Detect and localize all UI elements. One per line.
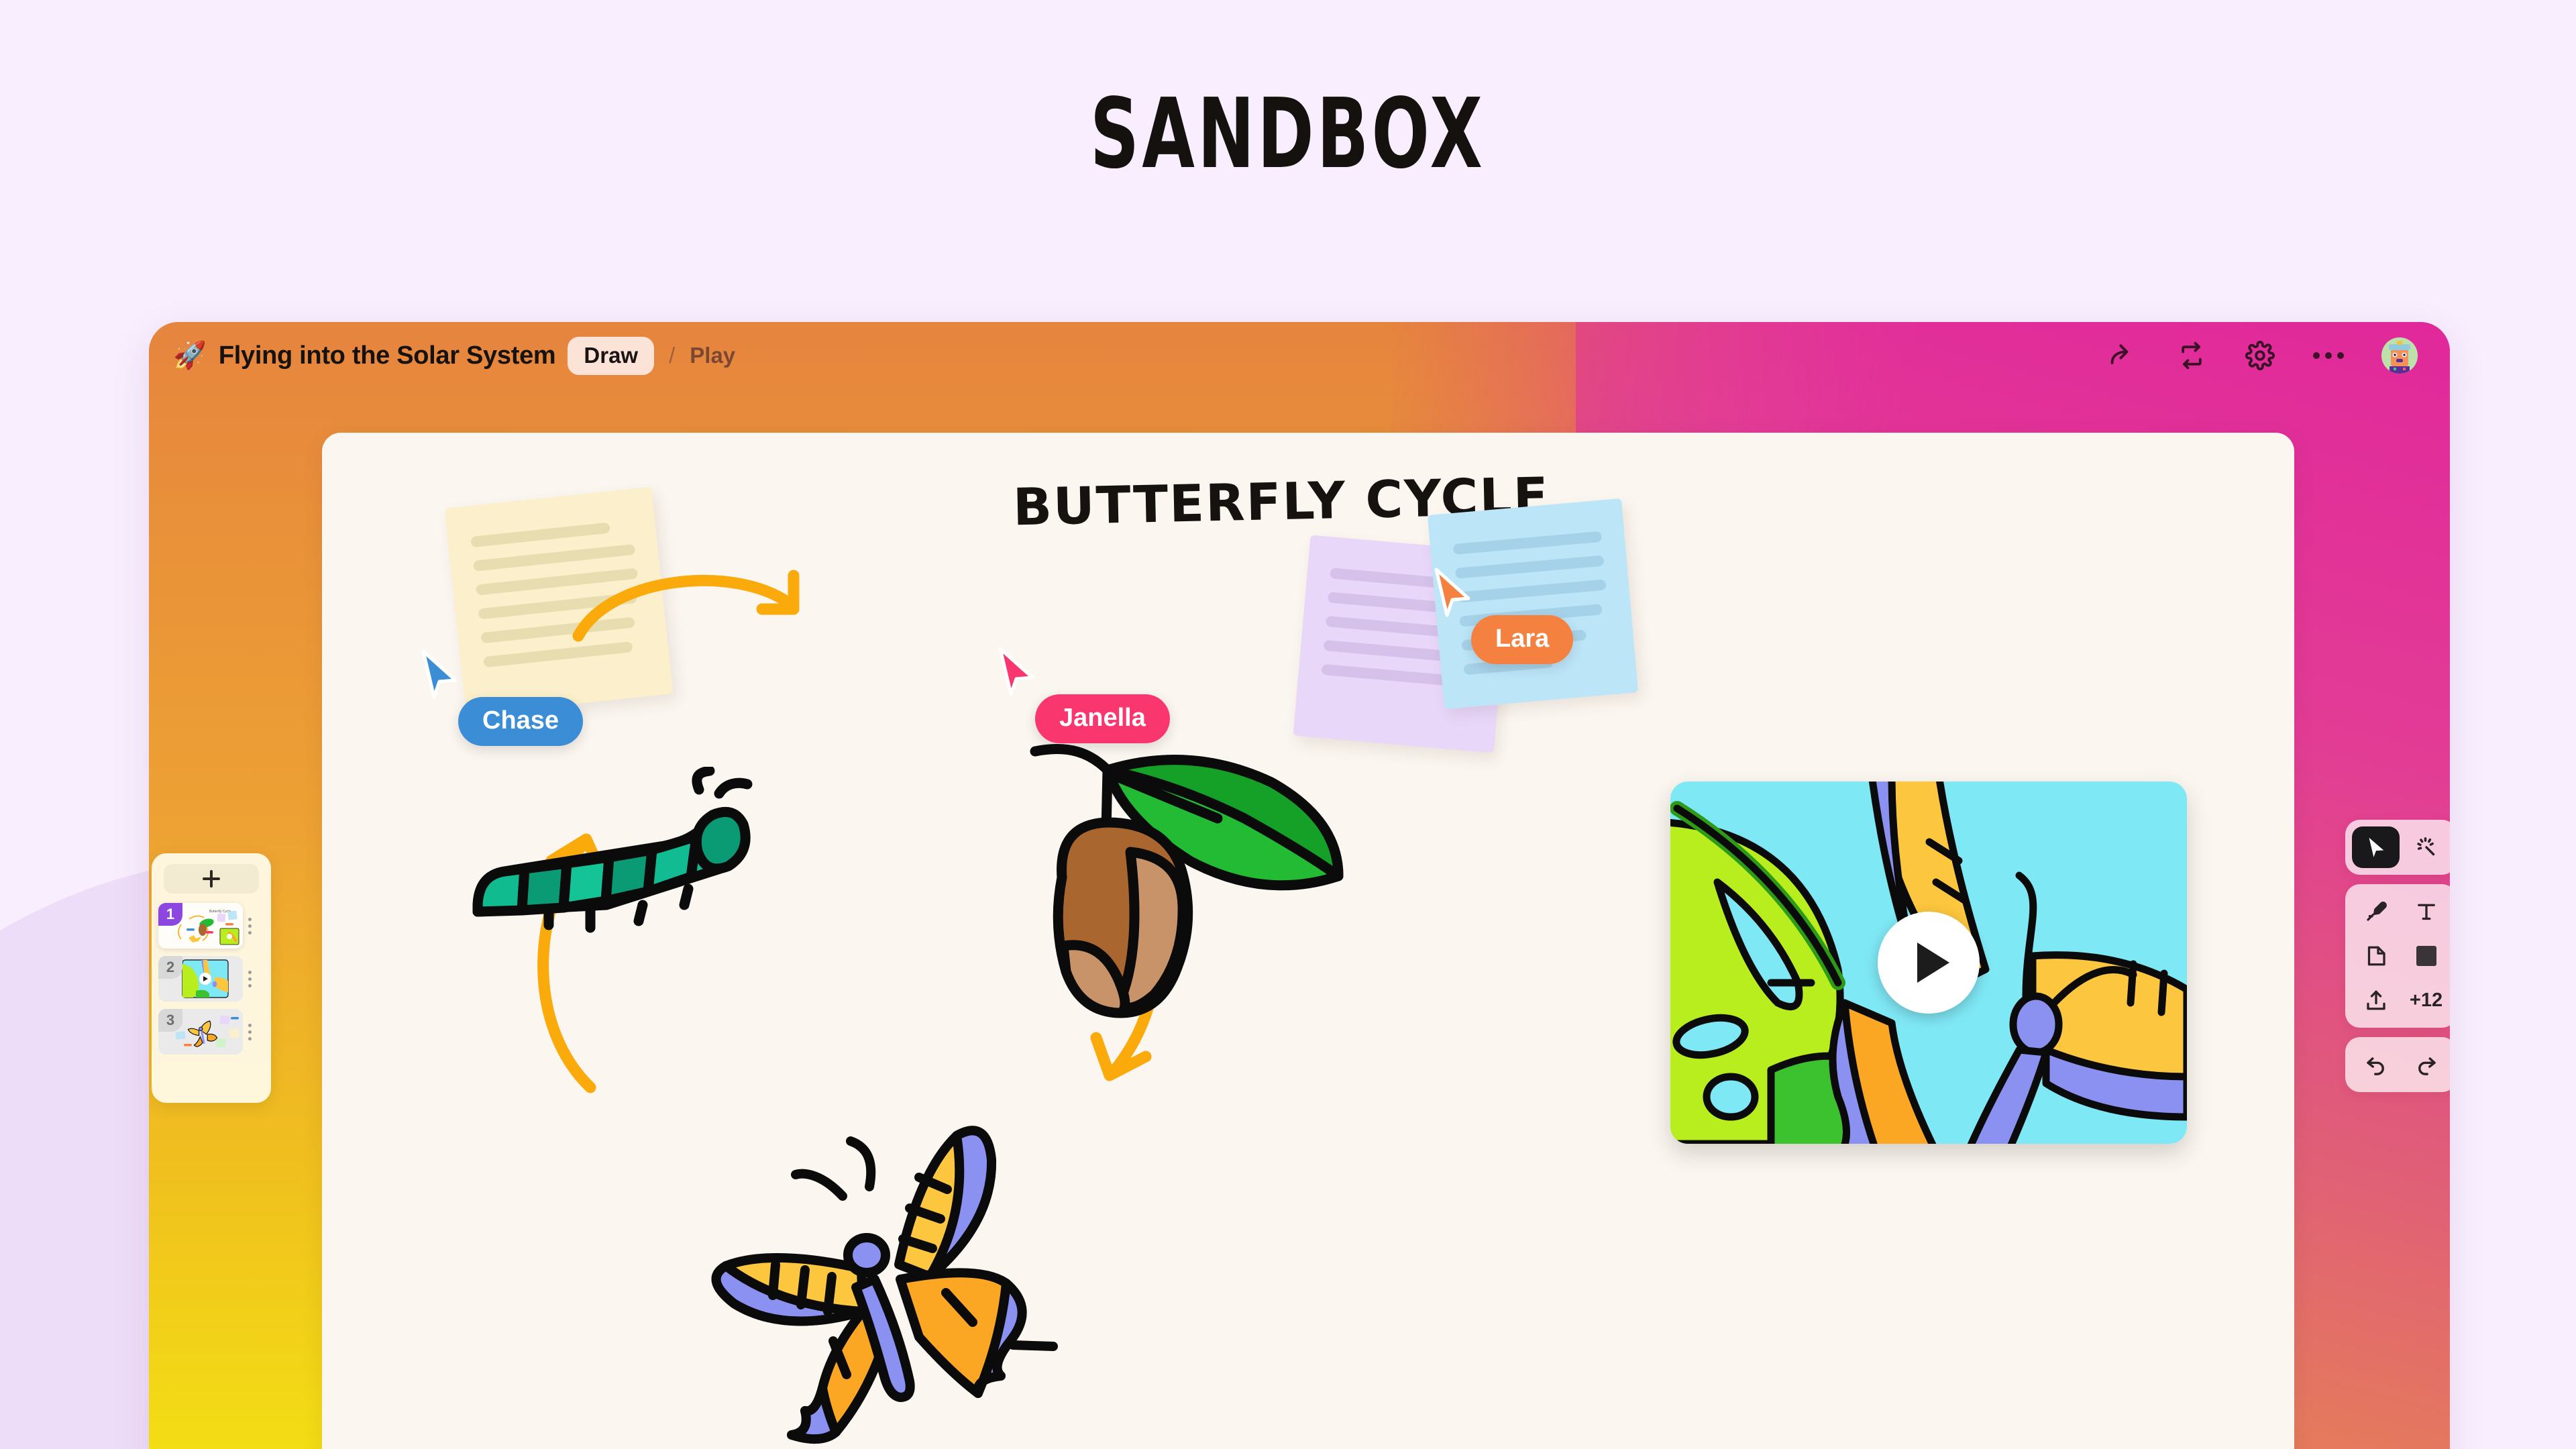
slide-thumbnail-3[interactable]: 3 (158, 1009, 243, 1055)
slide-row: 1 Butterfly Cycle (158, 903, 264, 949)
butterfly-illustration[interactable] (698, 1110, 1073, 1446)
collaborator-name-chase[interactable]: Chase (458, 697, 584, 746)
select-group (2345, 820, 2450, 875)
text-tool[interactable] (2402, 891, 2450, 932)
svg-text:Butterfly Cycle: Butterfly Cycle (209, 910, 231, 914)
redo-button[interactable] (2402, 1044, 2450, 1085)
redo-icon (2418, 1057, 2436, 1075)
mode-draw-button[interactable]: Draw (568, 336, 655, 375)
share-icon[interactable] (2108, 340, 2139, 371)
document-title[interactable]: Flying into the Solar System (219, 341, 556, 370)
app-header: 🚀 Flying into the Solar System Draw / Pl… (149, 322, 2450, 389)
app-window: 🚀 Flying into the Solar System Draw / Pl… (149, 322, 2450, 1449)
slide-thumbnail-1[interactable]: 1 Butterfly Cycle (158, 903, 243, 949)
page-title: SANDBOX (0, 77, 2576, 190)
more-icon[interactable] (2313, 340, 2344, 371)
sticky-note-tool[interactable] (2352, 935, 2400, 977)
pen-icon (2366, 902, 2387, 921)
mode-separator: / (669, 343, 676, 368)
gear-icon[interactable] (2245, 340, 2275, 371)
mode-play-button[interactable]: Play (690, 343, 735, 368)
avatar[interactable] (2381, 337, 2418, 374)
upload-tool[interactable] (2352, 979, 2400, 1021)
shape-tool[interactable] (2402, 935, 2450, 977)
slide-row: 2 (158, 956, 264, 1002)
play-icon (1917, 943, 1949, 983)
cursor-icon (998, 647, 1034, 696)
more-tools-label: +12 (2409, 989, 2443, 1011)
play-button[interactable] (1878, 912, 1980, 1014)
history-group (2345, 1037, 2450, 1092)
slide-menu-2[interactable] (247, 970, 252, 987)
square-icon (2416, 946, 2436, 966)
slide-row: 3 (158, 1009, 264, 1055)
more-tools[interactable]: +12 (2402, 979, 2450, 1021)
whiteboard-canvas[interactable]: BUTTERFLY CYCLE Chase Janella Lara (322, 433, 2294, 1449)
slide-number-badge: 2 (158, 956, 182, 979)
cursor-icon (2369, 837, 2383, 857)
slide-number-badge: 1 (158, 903, 182, 926)
header-actions (2108, 337, 2418, 374)
magic-wand-icon (2416, 837, 2434, 856)
page-title-text: SANDBOX (1090, 76, 1486, 191)
add-slide-button[interactable] (164, 864, 259, 894)
pen-tool[interactable] (2352, 891, 2400, 932)
text-icon (2417, 904, 2435, 920)
slide-menu-1[interactable] (247, 917, 252, 934)
chrysalis-illustration[interactable] (1023, 718, 1352, 1026)
collaborator-name-lara[interactable]: Lara (1471, 615, 1574, 664)
slide-panel: 1 Butterfly Cycle 2 3 (152, 853, 271, 1103)
collaborator-name-janella[interactable]: Janella (1035, 694, 1170, 743)
create-group: +12 (2345, 884, 2450, 1028)
slide-thumbnail-2[interactable]: 2 (158, 956, 243, 1002)
header-left: 🚀 Flying into the Solar System Draw / Pl… (173, 336, 735, 375)
upload-icon (2366, 990, 2385, 1010)
caterpillar-illustration[interactable] (463, 767, 758, 934)
undo-button[interactable] (2352, 1044, 2400, 1085)
tool-toolbar: +12 (2345, 820, 2450, 1092)
page-icon (2367, 946, 2385, 966)
rocket-icon: 🚀 (173, 341, 207, 370)
plus-icon (203, 870, 220, 888)
magic-wand-tool[interactable] (2402, 826, 2450, 868)
butterfly-video-card[interactable] (1670, 782, 2187, 1144)
cursor-select-tool[interactable] (2352, 826, 2400, 868)
slide-menu-3[interactable] (247, 1023, 252, 1040)
cursor-icon (1434, 568, 1470, 617)
undo-icon (2366, 1057, 2384, 1075)
cursor-icon (421, 649, 458, 699)
slide-number-badge: 3 (158, 1009, 182, 1032)
loop-icon[interactable] (2176, 340, 2207, 371)
cycle-arrow-top-left[interactable] (570, 557, 812, 644)
